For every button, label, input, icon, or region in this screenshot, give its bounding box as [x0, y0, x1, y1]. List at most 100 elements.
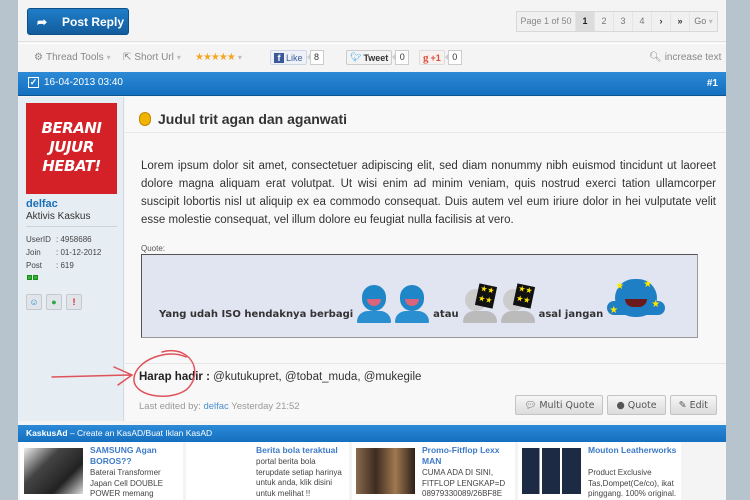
ad-title[interactable]: Berita bola teraktual [256, 445, 348, 456]
ad-thumbnail[interactable] [522, 448, 581, 494]
google-plus-button[interactable]: g +1 [419, 50, 445, 65]
message-button[interactable]: ● [46, 294, 62, 310]
increase-text-button[interactable]: 🔍︎ increase text [649, 52, 721, 63]
tweet-count: 0 [392, 50, 410, 65]
user-stats: UserID : 4958686 Join: 01-12-2012 Post : 6… [26, 233, 101, 272]
ad-description: Product Exclusive Tas,Dompet(Ce/co), ika… [588, 468, 677, 498]
post-body: Lorem ipsum dolor sit amet, consectetuer… [141, 160, 716, 226]
multi-quote-label: Multi Quote [539, 399, 595, 411]
post-number-link[interactable]: #1 [707, 78, 718, 89]
page-link-1[interactable]: 1 [575, 12, 594, 31]
last-edited-time: Yesterday 21:52 [231, 401, 300, 412]
ad-title[interactable]: Mouton Leatherworks [588, 445, 680, 456]
avatar[interactable]: BERANI JUJUR HEBAT! [26, 103, 117, 194]
post-content: Judul trit agan dan aganwati Lorem ipsum… [125, 97, 726, 421]
quote-text: Yang udah ISO hendaknya berbagi [159, 309, 354, 320]
kaskusad-list: SAMSUNG Agan BOROS?? Baterai Transformer… [18, 442, 726, 500]
last-edited-user-link[interactable]: delfac [203, 401, 228, 412]
thread-tools-menu[interactable]: ⚙ Thread Tools ▾ [34, 52, 111, 63]
user-actions: ☺ ● ! [26, 294, 82, 310]
ad-title[interactable]: SAMSUNG Agan BOROS?? [90, 445, 182, 467]
profile-button[interactable]: ☺ [26, 294, 42, 310]
multi-quote-button[interactable]: 💬︎ Multi Quote [515, 395, 604, 415]
checkbox-icon[interactable]: ✓ [28, 77, 39, 88]
post-title: Judul trit agan dan aganwati [139, 111, 347, 127]
edit-button[interactable]: ✎ Edit [669, 395, 717, 415]
ad-thumbnail[interactable] [24, 448, 83, 494]
post-date: ✓ 16-04-2013 03:40 [28, 77, 123, 88]
ad-item[interactable]: Berita bola teraktual portal berita bola… [186, 442, 349, 500]
smiley-happy-icon [395, 285, 430, 323]
quote-button[interactable]: ● Quote [607, 395, 666, 415]
kaskusad-create-link[interactable]: – Create an KasAD/Buat Iklan KasAD [68, 428, 212, 438]
rating-menu[interactable]: ★★★★★ ▾ [195, 52, 242, 63]
username-link[interactable]: delfac [26, 198, 58, 210]
short-url-label: Short Url [134, 52, 174, 63]
divider [125, 132, 726, 133]
report-button[interactable]: ! [66, 294, 82, 310]
stat-key: Join [26, 248, 41, 257]
reputation-icon [27, 275, 38, 280]
rating-stars-icon: ★★★★★ [195, 52, 236, 63]
alert-icon: ! [72, 297, 76, 307]
stat-value: : 619 [56, 261, 74, 270]
chat-bubble-icon: ● [51, 297, 57, 307]
profile-icon: ☺ [29, 297, 39, 307]
chat-bubble-icon: ● [616, 399, 625, 411]
post-date-text: 16-04-2013 03:40 [44, 77, 123, 88]
tweet-button[interactable]: 🐦︎ Tweet [346, 50, 393, 65]
twitter-tweet: 🐦︎ Tweet 0 [346, 50, 410, 65]
quote-content: Yang udah ISO hendaknya berbagi atau ★★ ★… [159, 268, 666, 323]
ad-title[interactable]: Promo-Fitflop Lexx MAN [422, 445, 514, 467]
stat-value: : 4958686 [56, 235, 92, 244]
share-icon: ⇱ [123, 52, 132, 63]
divider [125, 363, 726, 364]
chevron-down-icon: ▾ [176, 53, 181, 62]
pagination: Page 1 of 50 1 2 3 4 › » Go ▾ [516, 11, 718, 32]
user-stat-row: UserID : 4958686 [26, 233, 101, 246]
smiley-flag-icon: ★★ ★★ [462, 283, 497, 323]
last-edited-prefix: Last edited by: [139, 401, 201, 412]
quote-text: atau [433, 309, 459, 320]
short-url-menu[interactable]: ⇱ Short Url ▾ [123, 52, 181, 63]
edit-icon: ✎ [678, 399, 687, 411]
next-page-icon[interactable]: › [651, 12, 670, 31]
twitter-bird-icon: 🐦︎ [350, 52, 362, 62]
divider [26, 226, 117, 227]
ad-item[interactable]: Mouton Leatherworks Product Exclusive Ta… [518, 442, 681, 500]
page-link-2[interactable]: 2 [594, 12, 613, 31]
mentioned-users[interactable]: @kutukupret, @tobat_muda, @mukegile [213, 371, 421, 383]
quote-label: Quote: [141, 244, 166, 253]
facebook-like-button[interactable]: f Like [270, 50, 307, 65]
google-plus: g +1 0 [419, 50, 462, 65]
last-edited: Last edited by: delfac Yesterday 21:52 [139, 401, 300, 412]
facebook-like-label: Like [286, 52, 303, 63]
ad-thumbnail[interactable] [356, 448, 415, 494]
avatar-text-line: HEBAT! [42, 157, 101, 175]
go-label: Go [694, 16, 707, 26]
page: ➦ Post Reply Page 1 of 50 1 2 3 4 › » Go… [18, 0, 726, 500]
google-plus-count: 0 [444, 50, 462, 65]
post-action-buttons: 💬︎ Multi Quote ● Quote ✎ Edit [515, 395, 717, 415]
kaskusad-title: KaskusAd [26, 428, 68, 438]
stat-key: Post [26, 261, 43, 270]
gear-icon: ⚙ [34, 52, 43, 63]
user-stat-row: Join: 01-12-2012 [26, 246, 101, 259]
stat-key: UserID [26, 235, 51, 244]
ad-item[interactable]: Promo-Fitflop Lexx MAN CUMA ADA DI SINI,… [352, 442, 515, 500]
reply-arrow-icon: ➦ [36, 14, 48, 29]
quote-label: Quote [627, 399, 657, 411]
page-link-4[interactable]: 4 [632, 12, 651, 31]
smiley-monster-icon: ★ ★ ★ ★ [607, 279, 666, 323]
quote-box: Yang udah ISO hendaknya berbagi atau ★★ ★… [141, 254, 698, 338]
facebook-like: f Like 8 [270, 50, 324, 65]
facebook-icon: f [274, 52, 284, 63]
page-link-3[interactable]: 3 [613, 12, 632, 31]
mentions: Harap hadir : @kutukupret, @tobat_muda, … [139, 371, 421, 383]
ad-item[interactable]: SAMSUNG Agan BOROS?? Baterai Transformer… [20, 442, 183, 500]
chevron-down-icon: ▾ [237, 53, 242, 62]
last-page-icon[interactable]: » [670, 12, 689, 31]
post-reply-button[interactable]: ➦ Post Reply [27, 8, 129, 35]
go-dropdown[interactable]: Go ▾ [689, 12, 717, 31]
chat-bubbles-icon: 💬︎ [524, 399, 537, 411]
